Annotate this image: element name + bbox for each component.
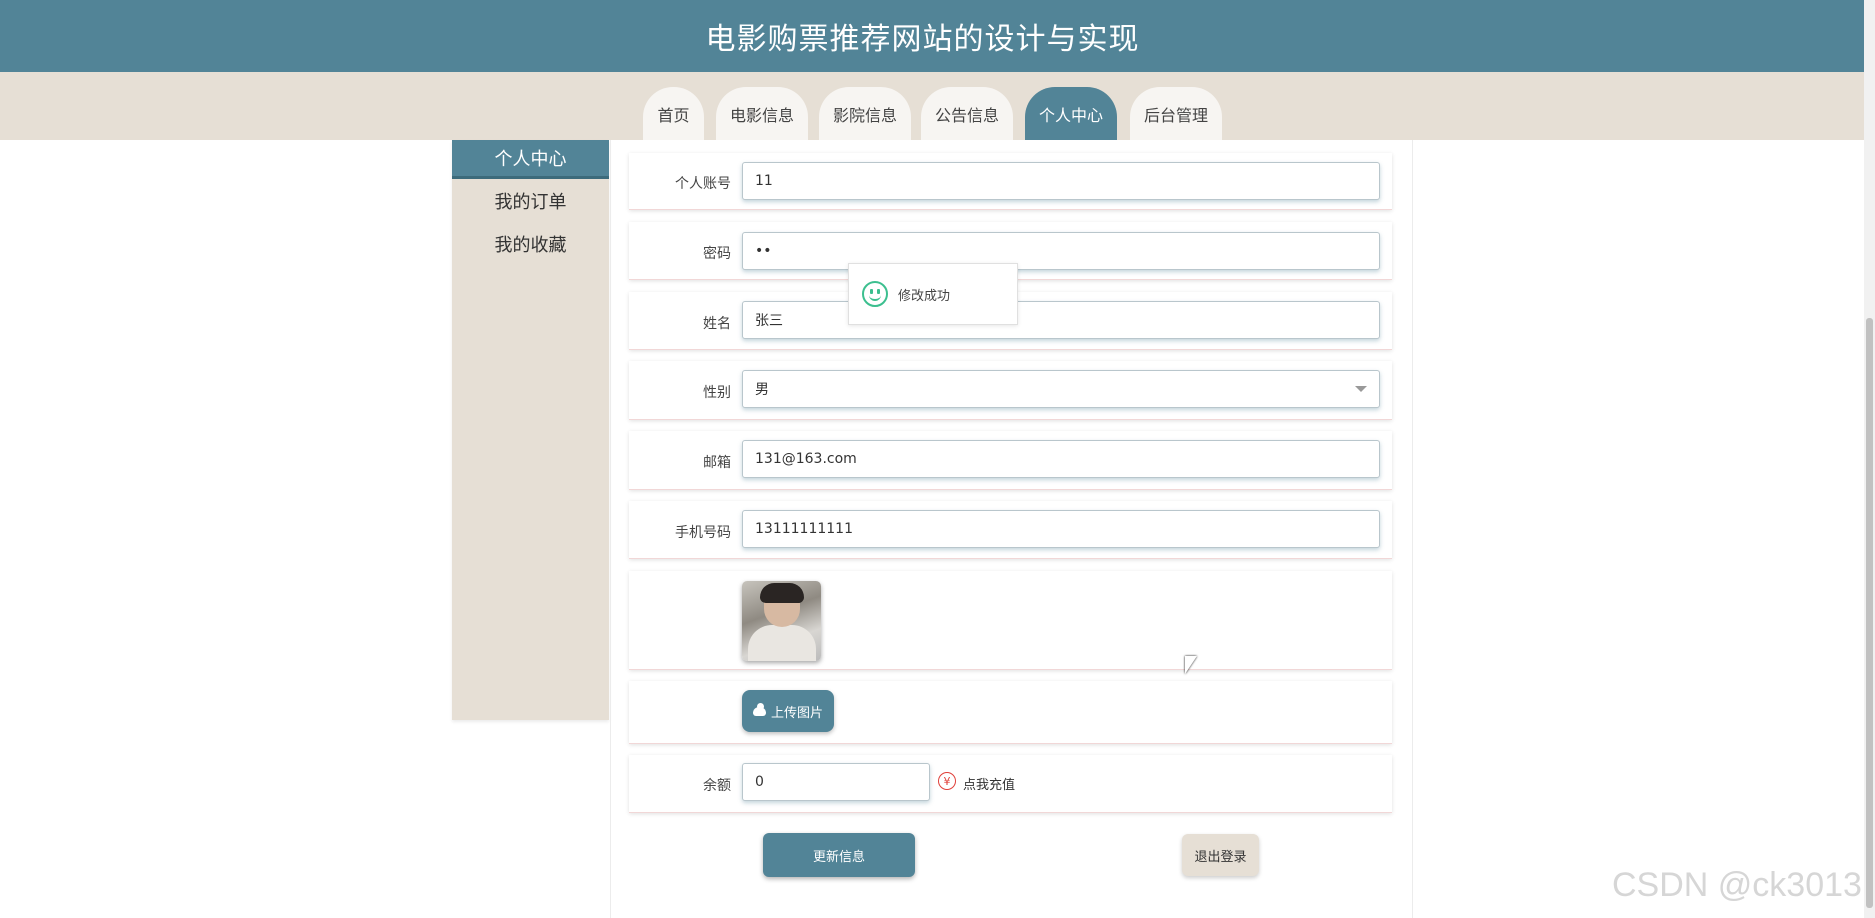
password-input[interactable] bbox=[742, 232, 1380, 270]
tab-movies[interactable]: 电影信息 bbox=[716, 87, 808, 140]
tab-home[interactable]: 首页 bbox=[643, 87, 704, 140]
mouse-cursor-icon bbox=[1185, 656, 1197, 674]
gender-row: 性别 男 bbox=[629, 361, 1392, 420]
account-label: 个人账号 bbox=[675, 176, 731, 192]
account-row: 个人账号 bbox=[629, 153, 1392, 210]
phone-label: 手机号码 bbox=[675, 525, 731, 541]
balance-row: 余额 ¥ 点我充值 bbox=[629, 755, 1392, 813]
gender-label: 性别 bbox=[703, 385, 731, 401]
tab-admin[interactable]: 后台管理 bbox=[1130, 87, 1222, 140]
name-input[interactable] bbox=[742, 301, 1380, 339]
yen-icon[interactable]: ¥ bbox=[938, 772, 956, 790]
content-border-left bbox=[610, 140, 611, 918]
content-border-right bbox=[1412, 140, 1413, 918]
balance-label: 余额 bbox=[703, 778, 731, 794]
site-header: 电影购票推荐网站的设计与实现 bbox=[0, 0, 1875, 72]
balance-input[interactable] bbox=[742, 763, 930, 801]
update-info-button[interactable]: 更新信息 bbox=[763, 833, 915, 877]
sidebar-item-my-orders[interactable]: 我的订单 bbox=[452, 179, 609, 222]
password-label: 密码 bbox=[703, 246, 731, 262]
smile-icon bbox=[862, 281, 888, 307]
scrollbar-thumb[interactable] bbox=[1866, 318, 1873, 908]
upload-image-button[interactable]: 上传图片 bbox=[742, 690, 834, 732]
account-input[interactable] bbox=[742, 162, 1380, 200]
phone-row: 手机号码 bbox=[629, 501, 1392, 559]
nav-bar: 首页 电影信息 影院信息 公告信息 个人中心 后台管理 bbox=[0, 72, 1875, 140]
name-label: 姓名 bbox=[703, 316, 731, 332]
toast-message: 修改成功 bbox=[898, 288, 951, 304]
site-title: 电影购票推荐网站的设计与实现 bbox=[705, 22, 1140, 57]
upload-image-label: 上传图片 bbox=[770, 705, 823, 721]
sidebar: 个人中心 我的订单 我的收藏 bbox=[452, 140, 609, 720]
email-label: 邮箱 bbox=[703, 455, 731, 471]
cloud-upload-icon bbox=[752, 702, 766, 716]
upload-row: 上传图片 bbox=[629, 681, 1392, 744]
avatar bbox=[742, 581, 821, 661]
phone-input[interactable] bbox=[742, 510, 1380, 548]
email-input[interactable] bbox=[742, 440, 1380, 478]
chevron-down-icon bbox=[1355, 386, 1367, 392]
recharge-link[interactable]: 点我充值 bbox=[963, 774, 1015, 793]
email-row: 邮箱 bbox=[629, 431, 1392, 490]
tab-cinemas[interactable]: 影院信息 bbox=[819, 87, 911, 140]
sidebar-item-my-favorites[interactable]: 我的收藏 bbox=[452, 222, 609, 265]
tab-notices[interactable]: 公告信息 bbox=[921, 87, 1013, 140]
sidebar-item-personal-center[interactable]: 个人中心 bbox=[452, 140, 609, 179]
scrollbar[interactable] bbox=[1864, 0, 1875, 918]
success-toast: 修改成功 bbox=[848, 263, 1018, 325]
logout-button[interactable]: 退出登录 bbox=[1182, 834, 1259, 876]
avatar-row bbox=[629, 571, 1392, 670]
gender-select[interactable]: 男 bbox=[742, 370, 1380, 408]
watermark: CSDN @ck3013 bbox=[1612, 866, 1862, 904]
tab-personal-center[interactable]: 个人中心 bbox=[1025, 87, 1117, 140]
gender-value: 男 bbox=[755, 382, 769, 398]
